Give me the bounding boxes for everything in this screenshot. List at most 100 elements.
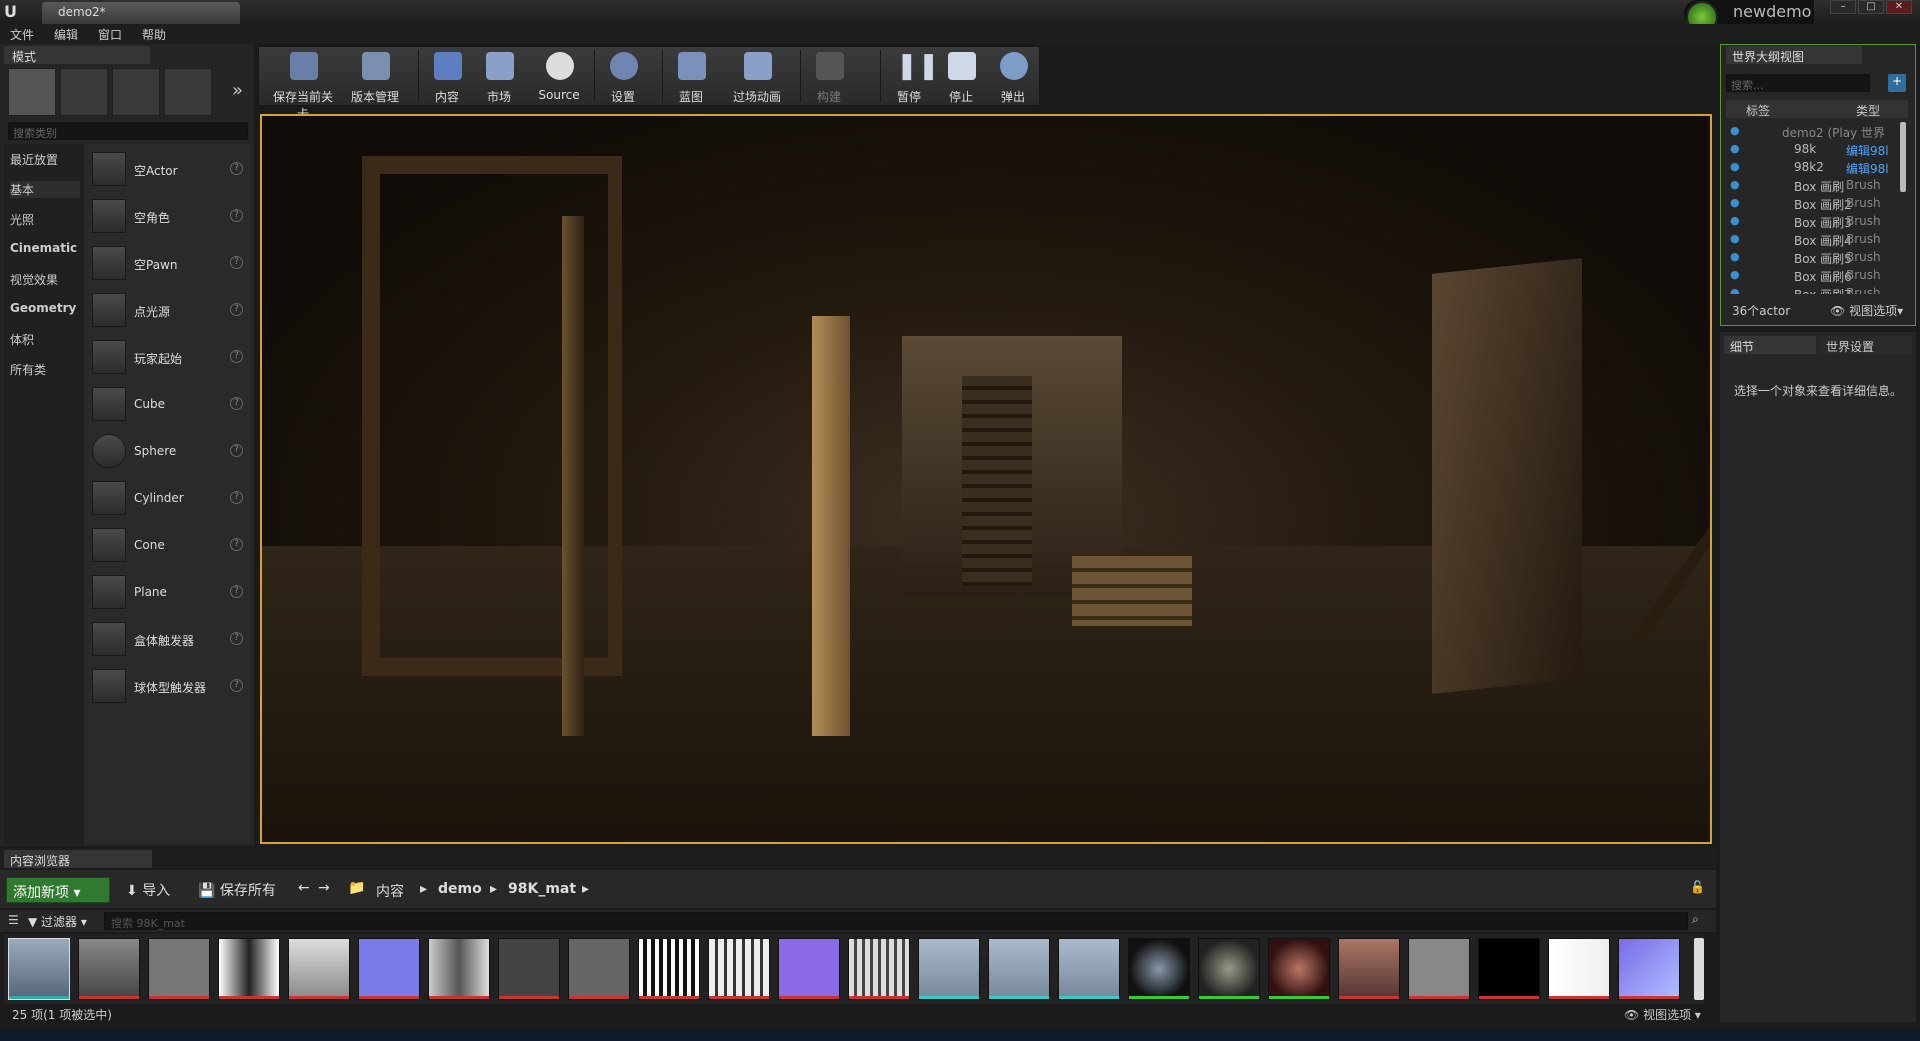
foliage-mode-icon[interactable] [164,68,212,116]
help-icon[interactable]: ? [230,491,243,504]
outliner-row[interactable]: ● Box 画刷5 Brush [1726,248,1898,266]
outliner-scrollbar[interactable] [1900,122,1906,192]
import-button[interactable]: ⬇ 导入 [126,880,170,900]
tab-details[interactable]: 细节 [1724,336,1816,354]
world-outliner-tab[interactable]: 世界大纲视图 [1726,46,1862,64]
build-button[interactable]: 构建 [804,48,854,106]
cinematics-button[interactable]: 过场动画 [732,48,782,106]
help-icon[interactable]: ? [230,444,243,457]
stop-button[interactable]: 停止 [936,48,986,106]
add-new-button[interactable]: 添加新项 ▾ [6,877,110,903]
marketplace-button[interactable]: 市场 [474,48,524,106]
menu-window[interactable]: 窗口 [98,26,122,43]
asset-thumbnail[interactable] [1548,938,1610,1000]
eye-icon[interactable]: ● [1730,268,1740,281]
outliner-view-options-button[interactable]: 👁 视图选项▾ [1830,302,1903,319]
column-type-header[interactable]: 类型 [1856,102,1880,119]
help-icon[interactable]: ? [230,256,243,269]
tab-world-settings[interactable]: 世界设置 [1820,336,1912,354]
help-icon[interactable]: ? [230,303,243,316]
more-modes-icon[interactable]: » [232,80,243,101]
minimize-button[interactable]: – [1830,0,1856,14]
outliner-row[interactable]: ● Box 画刷6 Brush [1726,266,1898,284]
list-item[interactable]: 空Pawn? [92,246,248,284]
help-icon[interactable]: ? [230,679,243,692]
outliner-row[interactable]: ● Box 画刷4 Brush [1726,230,1898,248]
asset-thumbnail[interactable] [848,938,910,1000]
blueprints-button[interactable]: 蓝图 [666,48,716,106]
asset-thumbnail[interactable] [1058,938,1120,1000]
outliner-row[interactable]: ●Box 画刷7Brush [1726,284,1898,294]
list-item[interactable]: 球体型触发器? [92,669,248,707]
level-viewport[interactable] [260,114,1712,844]
pause-button[interactable]: ❚❚ 暂停 [884,48,940,106]
maximize-button[interactable]: □ [1858,0,1884,14]
view-options-button[interactable]: 👁 视图选项 ▾ [1624,1006,1701,1023]
eye-icon[interactable]: ● [1730,232,1740,245]
asset-thumbnail[interactable] [8,938,70,1000]
content-button[interactable]: 内容 [422,48,472,106]
asset-scrollbar[interactable] [1694,938,1704,1000]
asset-thumbnail[interactable] [148,938,210,1000]
list-item[interactable]: 盒体触发器? [92,622,248,660]
list-item[interactable]: Cone? [92,528,248,566]
eye-icon[interactable]: ● [1730,196,1740,209]
menu-help[interactable]: 帮助 [142,26,166,43]
list-item[interactable]: 点光源? [92,293,248,331]
help-icon[interactable]: ? [230,209,243,222]
source-button[interactable]: Source [534,48,584,106]
asset-thumbnail[interactable] [638,938,700,1000]
help-icon[interactable]: ? [230,538,243,551]
asset-thumbnail[interactable] [778,938,840,1000]
filters-button[interactable]: ▼ 过滤器 ▾ [28,913,87,930]
help-icon[interactable]: ? [230,397,243,410]
paint-mode-icon[interactable] [60,68,108,116]
category-visual-effects[interactable]: 视觉效果 [10,271,80,288]
list-item[interactable]: 空角色? [92,199,248,237]
category-lights[interactable]: 光照 [10,211,80,228]
place-mode-icon[interactable] [8,68,56,116]
category-geometry[interactable]: Geometry [10,301,80,315]
menu-edit[interactable]: 编辑 [54,26,78,43]
eye-icon[interactable]: ● [1730,160,1740,173]
eye-icon[interactable]: ● [1730,178,1740,191]
category-cinematic[interactable]: Cinematic [10,241,80,255]
asset-thumbnail[interactable] [288,938,350,1000]
help-icon[interactable]: ? [230,162,243,175]
outliner-row[interactable]: ● 98k2 编辑98l [1726,158,1898,176]
category-all-classes[interactable]: 所有类 [10,361,80,378]
outliner-add-icon[interactable]: + [1888,74,1906,92]
asset-thumbnail[interactable] [1478,938,1540,1000]
asset-thumbnail[interactable] [1618,938,1680,1000]
eye-icon[interactable]: ● [1730,286,1740,294]
source-control-button[interactable]: 版本管理 [350,48,400,106]
asset-thumbnail[interactable] [988,938,1050,1000]
close-button[interactable]: ✕ [1886,0,1912,14]
asset-thumbnail[interactable] [1408,938,1470,1000]
outliner-row[interactable]: ● demo2 (Play 世界 [1726,122,1898,140]
menu-file[interactable]: 文件 [10,26,34,43]
outliner-row[interactable]: ● Box 画刷3 Brush [1726,212,1898,230]
help-icon[interactable]: ? [230,585,243,598]
outliner-row[interactable]: ● Box 画刷2 Brush [1726,194,1898,212]
breadcrumb-content[interactable]: 内容 [376,881,404,901]
outliner-row[interactable]: ● 98k 编辑98l [1726,140,1898,158]
help-icon[interactable]: ? [230,632,243,645]
category-basic[interactable]: 基本 [10,181,80,198]
back-arrow-icon[interactable]: ← [298,880,310,896]
asset-thumbnail[interactable] [1198,938,1260,1000]
list-item[interactable]: Cube? [92,387,248,425]
content-browser-tab[interactable]: 内容浏览器 [4,850,152,868]
lock-icon[interactable]: 🔓 [1690,880,1705,894]
eye-icon[interactable]: ● [1730,124,1740,137]
category-recent[interactable]: 最近放置 [10,151,80,168]
list-item[interactable]: Cylinder? [92,481,248,519]
asset-thumbnail[interactable] [1128,938,1190,1000]
forward-arrow-icon[interactable]: → [318,880,330,896]
asset-thumbnail[interactable] [1338,938,1400,1000]
asset-thumbnail[interactable] [428,938,490,1000]
breadcrumb-98k-mat[interactable]: 98K_mat [508,881,576,897]
eye-icon[interactable]: ● [1730,214,1740,227]
eject-button[interactable]: 弹出 [988,48,1038,106]
list-item[interactable]: Plane? [92,575,248,613]
